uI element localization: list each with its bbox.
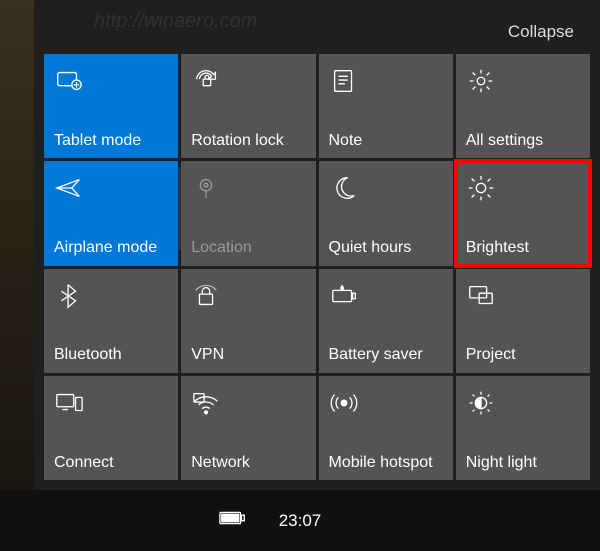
quick-actions-grid: Tablet mode Rotation lock Note All setti… [44, 54, 590, 480]
tile-airplane-mode[interactable]: Airplane mode [44, 161, 178, 265]
brightness-icon [466, 171, 580, 205]
tile-label: Mobile hotspot [329, 454, 443, 472]
rotation-lock-icon [191, 64, 305, 98]
collapse-button[interactable]: Collapse [508, 22, 574, 41]
gear-icon [466, 64, 580, 98]
tile-rotation-lock[interactable]: Rotation lock [181, 54, 315, 158]
tile-label: Note [329, 132, 443, 150]
night-light-icon [466, 386, 580, 420]
taskbar-clock[interactable]: 23:07 [279, 511, 322, 531]
tile-label: VPN [191, 346, 305, 364]
tile-location[interactable]: Location [181, 161, 315, 265]
tile-label: Airplane mode [54, 239, 168, 257]
tile-label: Location [191, 239, 305, 257]
tile-label: Connect [54, 454, 168, 472]
location-icon [191, 171, 305, 205]
tile-all-settings[interactable]: All settings [456, 54, 590, 158]
tile-label: Bluetooth [54, 346, 168, 364]
note-icon [329, 64, 443, 98]
tile-vpn[interactable]: VPN [181, 269, 315, 373]
tablet-mode-icon [54, 64, 168, 98]
tile-label: Quiet hours [329, 239, 443, 257]
tile-connect[interactable]: Connect [44, 376, 178, 480]
tile-battery-saver[interactable]: Battery saver [319, 269, 453, 373]
hotspot-icon [329, 386, 443, 420]
moon-icon [329, 171, 443, 205]
vpn-icon [191, 279, 305, 313]
tile-bluetooth[interactable]: Bluetooth [44, 269, 178, 373]
tile-label: Tablet mode [54, 132, 168, 150]
battery-tray-icon[interactable] [218, 503, 248, 538]
tile-brightness[interactable]: Brightest [456, 161, 590, 265]
tile-tablet-mode[interactable]: Tablet mode [44, 54, 178, 158]
tile-label: Night light [466, 454, 580, 472]
tile-label: Network [191, 454, 305, 472]
bluetooth-icon [54, 279, 168, 313]
project-icon [466, 279, 580, 313]
tile-label: Brightest [466, 239, 580, 257]
tile-label: All settings [466, 132, 580, 150]
tile-quiet-hours[interactable]: Quiet hours [319, 161, 453, 265]
tile-label: Battery saver [329, 346, 443, 364]
tile-note[interactable]: Note [319, 54, 453, 158]
tile-label: Project [466, 346, 580, 364]
battery-saver-icon [329, 279, 443, 313]
tile-night-light[interactable]: Night light [456, 376, 590, 480]
connect-icon [54, 386, 168, 420]
action-center-panel: http://winaero.com W Collapse Tablet mod… [34, 0, 600, 490]
tile-project[interactable]: Project [456, 269, 590, 373]
taskbar: 23:07 [0, 490, 600, 551]
tile-label: Rotation lock [191, 132, 305, 150]
tile-network[interactable]: Network [181, 376, 315, 480]
tile-mobile-hotspot[interactable]: Mobile hotspot [319, 376, 453, 480]
desktop-background [0, 0, 34, 490]
airplane-icon [54, 171, 168, 205]
wifi-icon [191, 386, 305, 420]
